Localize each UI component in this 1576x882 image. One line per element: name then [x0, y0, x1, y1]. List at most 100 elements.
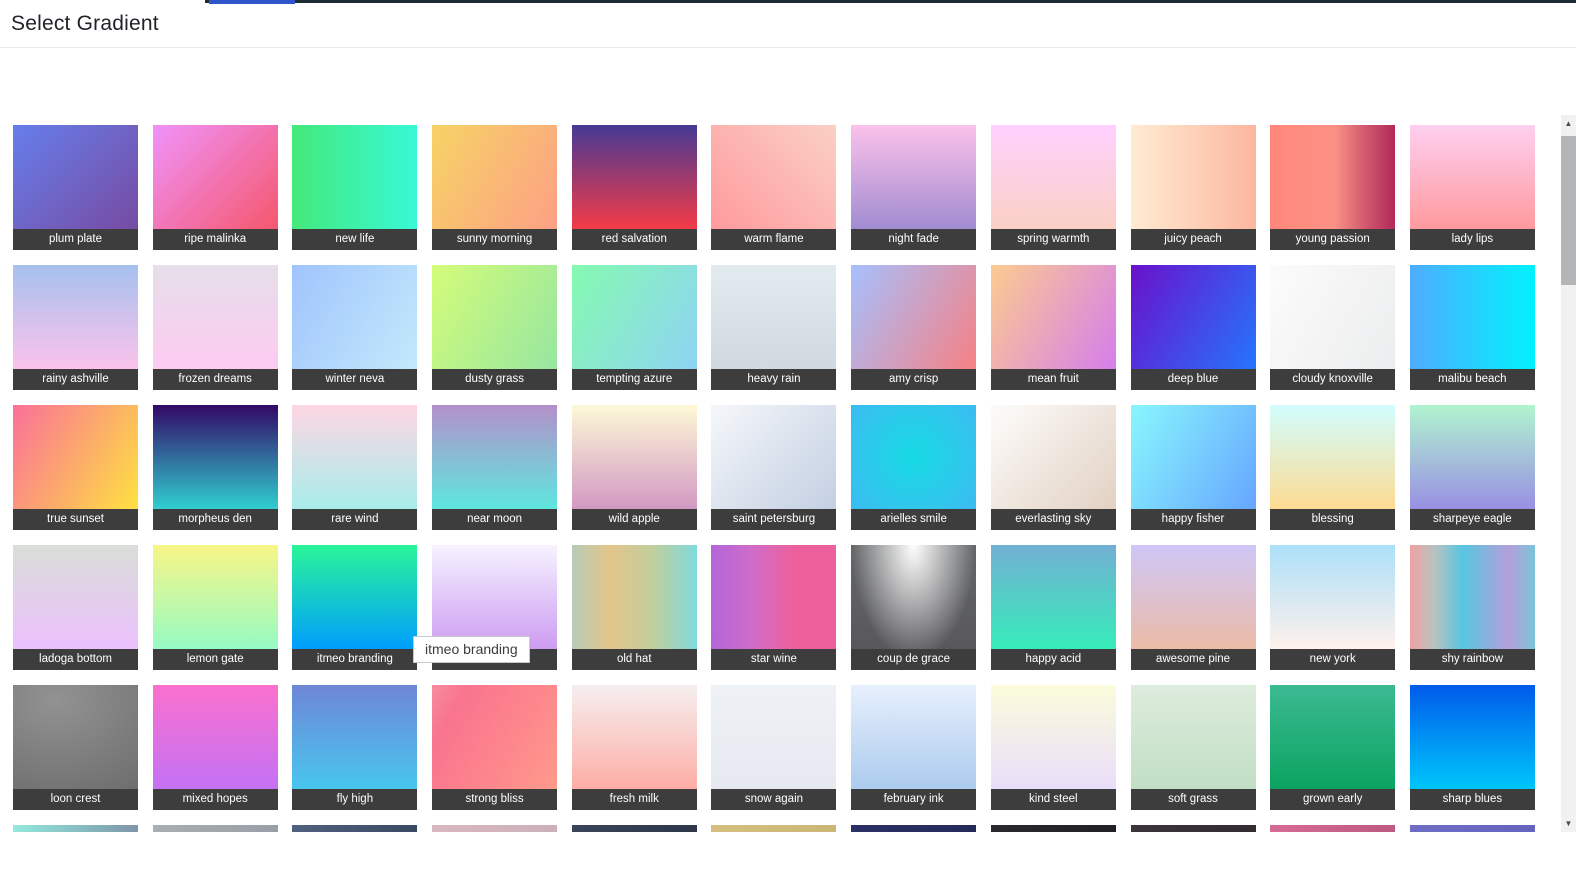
- gradient-swatch: [851, 825, 977, 832]
- gradient-tile-sharp-blues[interactable]: sharp blues: [1409, 685, 1535, 810]
- gradient-tile-strong-bliss[interactable]: strong bliss: [432, 685, 558, 810]
- gradient-tile-unnamed[interactable]: [1270, 825, 1396, 832]
- gradient-swatch: [571, 125, 697, 229]
- gradient-tile-loon-crest[interactable]: loon crest: [13, 685, 138, 810]
- gradient-swatch: [292, 825, 418, 832]
- gradient-tile-unnamed[interactable]: [990, 825, 1116, 832]
- gradient-tile-amy-crisp[interactable]: amy crisp: [851, 265, 977, 390]
- gradient-label: ripe malinka: [152, 229, 278, 250]
- gradient-tile-malibu-beach[interactable]: malibu beach: [1409, 265, 1535, 390]
- gradient-tile-unnamed[interactable]: [1409, 825, 1535, 832]
- gradient-swatch: [13, 545, 138, 649]
- gradient-tile-everlasting-sky[interactable]: everlasting sky: [990, 405, 1116, 530]
- gradient-swatch: [1130, 825, 1256, 832]
- gradient-tile-fresh-milk[interactable]: fresh milk: [571, 685, 697, 810]
- gradient-swatch: [851, 125, 977, 229]
- gradient-tile-unnamed[interactable]: [292, 825, 418, 832]
- gradient-tile-ladoga-bottom[interactable]: ladoga bottom: [13, 545, 138, 670]
- gradient-tile-deep-blue[interactable]: deep blue: [1130, 265, 1256, 390]
- scroll-down-icon[interactable]: ▼: [1561, 815, 1576, 832]
- gradient-tile-february-ink[interactable]: february ink: [851, 685, 977, 810]
- gradient-tile-ripe-malinka[interactable]: ripe malinka: [152, 125, 278, 250]
- gradient-tile-grown-early[interactable]: grown early: [1270, 685, 1396, 810]
- gradient-swatch: [432, 685, 558, 789]
- gradient-tile-sunny-morning[interactable]: sunny morning: [432, 125, 558, 250]
- gradient-tile-cloudy-knoxville[interactable]: cloudy knoxville: [1270, 265, 1396, 390]
- gradient-tile-warm-flame[interactable]: warm flame: [711, 125, 837, 250]
- gradient-tile-young-passion[interactable]: young passion: [1270, 125, 1396, 250]
- gradient-label: night fade: [851, 229, 977, 250]
- gradient-swatch: [13, 405, 138, 509]
- gradient-grid: plum plate ripe malinka new life sunny m…: [0, 115, 1561, 832]
- gradient-swatch: [152, 265, 278, 369]
- vertical-scrollbar[interactable]: ▲ ▼: [1561, 115, 1576, 832]
- gradient-tile-new-life[interactable]: new life: [292, 125, 418, 250]
- gradient-tile-awesome-pine[interactable]: awesome pine: [1130, 545, 1256, 670]
- gradient-tile-true-sunset[interactable]: true sunset: [13, 405, 138, 530]
- gradient-tile-coup-de-grace[interactable]: coup de grace: [851, 545, 977, 670]
- gradient-label: rare wind: [292, 509, 418, 530]
- gradient-tile-happy-fisher[interactable]: happy fisher: [1130, 405, 1256, 530]
- gradient-tile-rare-wind[interactable]: rare wind: [292, 405, 418, 530]
- gradient-tile-unnamed[interactable]: [152, 825, 278, 832]
- gradient-tile-blessing[interactable]: blessing: [1270, 405, 1396, 530]
- gradient-tile-rainy-ashville[interactable]: rainy ashville: [13, 265, 138, 390]
- gradient-tile-unnamed[interactable]: [1130, 825, 1256, 832]
- gradient-swatch: [432, 405, 558, 509]
- gradient-label: loon crest: [13, 789, 138, 810]
- gradient-label: new life: [292, 229, 418, 250]
- gradient-tile-heavy-rain[interactable]: heavy rain: [711, 265, 837, 390]
- gradient-tile-soft-grass[interactable]: soft grass: [1130, 685, 1256, 810]
- gradient-tile-lady-lips[interactable]: lady lips: [1409, 125, 1535, 250]
- gradient-swatch: [990, 685, 1116, 789]
- gradient-tile-new-york[interactable]: new york: [1270, 545, 1396, 670]
- gradient-label: soft grass: [1130, 789, 1256, 810]
- gradient-tile-plum-plate[interactable]: plum plate: [13, 125, 138, 250]
- gradient-label: wild apple: [571, 509, 697, 530]
- gradient-label: saint petersburg: [711, 509, 837, 530]
- gradient-swatch: [851, 545, 977, 649]
- gradient-tile-itmeo-branding[interactable]: itmeo branding: [292, 545, 418, 670]
- gradient-label: happy fisher: [1130, 509, 1256, 530]
- gradient-tile-happy-acid[interactable]: happy acid: [990, 545, 1116, 670]
- gradient-swatch: [571, 545, 697, 649]
- gradient-tile-fly-high[interactable]: fly high: [292, 685, 418, 810]
- gradient-tile-lemon-gate[interactable]: lemon gate: [152, 545, 278, 670]
- gradient-tile-unnamed[interactable]: [432, 825, 558, 832]
- gradient-tile-frozen-dreams[interactable]: frozen dreams: [152, 265, 278, 390]
- gradient-tile-snow-again[interactable]: snow again: [711, 685, 837, 810]
- gradient-tile-saint-petersburg[interactable]: saint petersburg: [711, 405, 837, 530]
- gradient-tile-wild-apple[interactable]: wild apple: [571, 405, 697, 530]
- gradient-tile-dusty-grass[interactable]: dusty grass: [432, 265, 558, 390]
- gradient-tile-tempting-azure[interactable]: tempting azure: [571, 265, 697, 390]
- gradient-swatch: [13, 265, 138, 369]
- gradient-tile-mean-fruit[interactable]: mean fruit: [990, 265, 1116, 390]
- gradient-tile-old-hat[interactable]: old hat: [571, 545, 697, 670]
- gradient-tile-mixed-hopes[interactable]: mixed hopes: [152, 685, 278, 810]
- gradient-swatch: [990, 125, 1116, 229]
- gradient-tile-shy-rainbow[interactable]: shy rainbow: [1409, 545, 1535, 670]
- gradient-label: warm flame: [711, 229, 837, 250]
- gradient-swatch: [990, 545, 1116, 649]
- gradient-tile-unnamed[interactable]: [13, 825, 138, 832]
- gradient-tile-unnamed[interactable]: [711, 825, 837, 832]
- gradient-tile-near-moon[interactable]: near moon: [432, 405, 558, 530]
- gradient-tile-winter-neva[interactable]: winter neva: [292, 265, 418, 390]
- gradient-tile-juicy-peach[interactable]: juicy peach: [1130, 125, 1256, 250]
- gradient-tile-unnamed[interactable]: [571, 825, 697, 832]
- gradient-swatch: [1130, 405, 1256, 509]
- gradient-tile-morpheus-den[interactable]: morpheus den: [152, 405, 278, 530]
- gradient-tile-arielles-smile[interactable]: arielles smile: [851, 405, 977, 530]
- gradient-tile-night-fade[interactable]: night fade: [851, 125, 977, 250]
- scrollbar-thumb[interactable]: [1561, 136, 1576, 285]
- gradient-label: star wine: [711, 649, 837, 670]
- gradient-tile-red-salvation[interactable]: red salvation: [571, 125, 697, 250]
- gradient-tile-sharpeye-eagle[interactable]: sharpeye eagle: [1409, 405, 1535, 530]
- gradient-swatch: [1409, 265, 1535, 369]
- gradient-tile-kind-steel[interactable]: kind steel: [990, 685, 1116, 810]
- gradient-tile-star-wine[interactable]: star wine: [711, 545, 837, 670]
- gradient-tile-spring-warmth[interactable]: spring warmth: [990, 125, 1116, 250]
- gradient-swatch: [1409, 685, 1535, 789]
- gradient-tile-unnamed[interactable]: [851, 825, 977, 832]
- scroll-up-icon[interactable]: ▲: [1561, 115, 1576, 132]
